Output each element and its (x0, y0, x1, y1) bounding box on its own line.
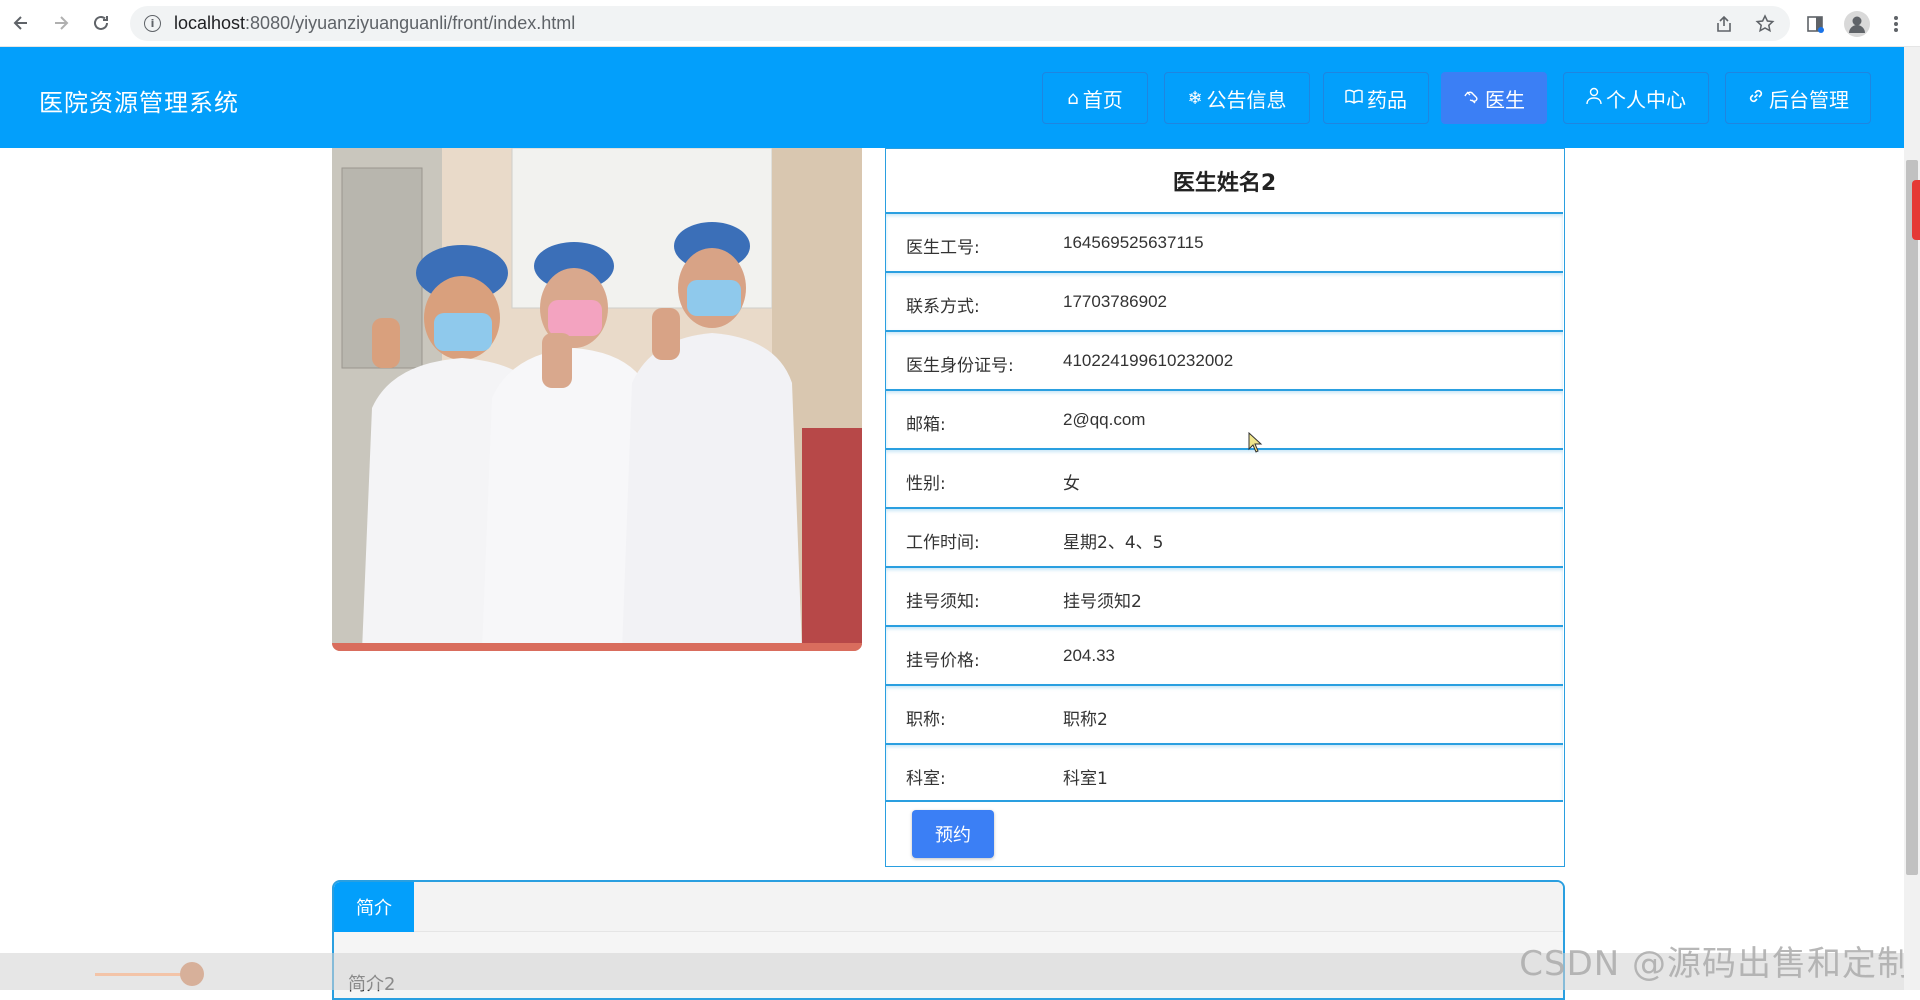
field-value: 410224199610232002 (1063, 351, 1234, 370)
nav-medicine[interactable]: 药品 (1323, 72, 1429, 124)
url-text[interactable]: localhost:8080/yiyuanziyuanguanli/front/… (174, 13, 575, 34)
field-label: 性别: (906, 474, 946, 494)
field-value: 164569525637115 (1063, 233, 1204, 252)
nav-home-label: 首页 (1082, 87, 1123, 112)
app-header: 医院资源管理系统 ⌂ 首页 ❄ 公告信息 药品 医生 个人中心 后台管理 (0, 47, 1904, 148)
watermark-text: CSDN @源码出售和定制 (1519, 944, 1912, 984)
field-value: 职称2 (1063, 710, 1108, 730)
nav-personal-center-label: 个人中心 (1606, 87, 1686, 112)
field-value: 17703786902 (1063, 292, 1168, 311)
home-icon: ⌂ (1067, 87, 1079, 109)
address-bar[interactable]: i localhost:8080/yiyuanziyuanguanli/fron… (130, 6, 1790, 41)
field-label: 邮箱: (906, 415, 946, 435)
nav-announcements-label: 公告信息 (1206, 87, 1287, 112)
page-scrollbar-thumb[interactable] (1906, 160, 1918, 875)
nav-admin-label: 后台管理 (1769, 87, 1849, 112)
forward-icon[interactable] (48, 10, 74, 36)
share-icon[interactable] (1712, 12, 1736, 36)
browser-toolbar: i localhost:8080/yiyuanziyuanguanli/fron… (0, 0, 1920, 47)
field-label: 医生身份证号: (906, 356, 1014, 376)
user-icon (1586, 87, 1602, 110)
field-label: 挂号价格: (906, 651, 980, 671)
field-value: 星期2、4、5 (1063, 533, 1164, 553)
field-row-registration-notice: 挂号须知: 挂号须知2 (886, 566, 1563, 625)
field-label: 工作时间: (906, 533, 980, 553)
nav-doctor-label: 医生 (1485, 87, 1525, 112)
field-row-gender: 性别: 女 (886, 448, 1563, 507)
doctor-info-card: 医生姓名2 医生工号: 164569525637115 联系方式: 177037… (885, 148, 1565, 867)
field-label: 联系方式: (906, 297, 980, 317)
nav-home[interactable]: ⌂ 首页 (1042, 72, 1148, 124)
tab-bar: 简介 (334, 882, 1563, 932)
overlay-slider-knob[interactable] (180, 962, 204, 986)
book-appointment-button[interactable]: 预约 (912, 810, 994, 858)
field-row-title: 职称: 职称2 (886, 684, 1563, 743)
snowflake-icon: ❄ (1187, 87, 1203, 109)
field-label: 医生工号: (906, 238, 980, 258)
field-value: 科室1 (1063, 769, 1108, 789)
nav-medicine-label: 药品 (1367, 87, 1407, 112)
profile-avatar-icon[interactable] (1844, 11, 1870, 37)
field-row-contact: 联系方式: 17703786902 (886, 271, 1563, 330)
back-icon[interactable] (8, 10, 34, 36)
field-value: 挂号须知2 (1063, 592, 1142, 612)
doctor-name-heading: 医生姓名2 (1172, 170, 1277, 196)
scrollbar-marker (1912, 180, 1920, 240)
site-info-icon[interactable]: i (144, 15, 161, 32)
field-value: 女 (1063, 474, 1080, 494)
action-row: 预约 (886, 800, 1563, 866)
field-row-work-time: 工作时间: 星期2、4、5 (886, 507, 1563, 566)
field-label: 科室: (906, 769, 946, 789)
field-row-registration-price: 挂号价格: 204.33 (886, 625, 1563, 684)
doctor-icon (1463, 88, 1481, 109)
field-label: 挂号须知: (906, 592, 980, 612)
book-icon (1345, 88, 1363, 109)
tab-intro[interactable]: 简介 (334, 882, 414, 932)
field-value: 204.33 (1063, 646, 1115, 665)
nav-announcements[interactable]: ❄ 公告信息 (1164, 72, 1310, 124)
nav-personal-center[interactable]: 个人中心 (1563, 72, 1709, 124)
nav-doctor[interactable]: 医生 (1441, 72, 1547, 124)
field-row-email: 邮箱: 2@qq.com (886, 389, 1563, 448)
bookmark-star-icon[interactable] (1753, 12, 1777, 36)
link-icon (1747, 87, 1765, 110)
field-label: 职称: (906, 710, 946, 730)
field-value: 2@qq.com (1063, 410, 1146, 429)
browser-menu-icon[interactable] (1884, 12, 1908, 36)
nav-admin[interactable]: 后台管理 (1725, 72, 1871, 124)
side-panel-icon[interactable] (1803, 12, 1827, 36)
app-title: 医院资源管理系统 (39, 89, 239, 117)
doctor-photo (332, 148, 862, 651)
reload-icon[interactable] (88, 10, 114, 36)
field-row-department: 科室: 科室1 (886, 743, 1563, 802)
field-row-staff-id: 医生工号: 164569525637115 (886, 212, 1563, 271)
field-row-id-number: 医生身份证号: 410224199610232002 (886, 330, 1563, 389)
